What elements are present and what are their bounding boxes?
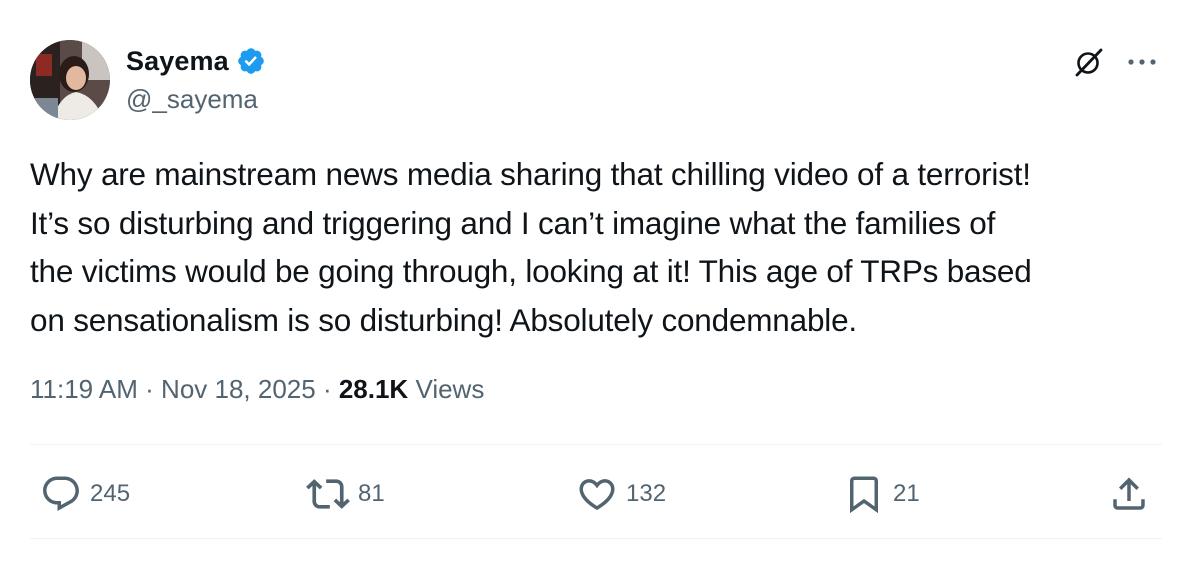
tweet-meta: 11:19 AM · Nov 18, 2025 · 28.1K Views bbox=[30, 374, 484, 405]
reply-count: 245 bbox=[90, 480, 131, 507]
tweet-text: Why are mainstream news media sharing th… bbox=[30, 150, 1170, 344]
meta-separator: · bbox=[315, 374, 339, 404]
tweet-time[interactable]: 11:19 AM bbox=[30, 374, 138, 404]
author-handle[interactable]: @_sayema bbox=[126, 84, 258, 115]
avatar-photo bbox=[30, 40, 110, 120]
share-icon bbox=[1113, 477, 1145, 510]
repost-icon bbox=[306, 479, 350, 509]
author-display-name[interactable]: Sayema bbox=[126, 46, 229, 77]
reply-bubble-icon bbox=[43, 476, 79, 511]
repost-count: 81 bbox=[358, 480, 385, 507]
reply-button[interactable]: 245 bbox=[40, 470, 130, 518]
bookmark-icon bbox=[850, 476, 878, 514]
views-label[interactable]: Views bbox=[408, 374, 484, 404]
author-name-row[interactable]: Sayema bbox=[126, 44, 266, 78]
meta-separator: · bbox=[137, 374, 162, 404]
divider bbox=[30, 444, 1162, 445]
avatar[interactable] bbox=[30, 40, 110, 120]
repost-button[interactable]: 81 bbox=[306, 470, 385, 518]
tweet-card: Sayema @_sayema Why are mainstream news … bbox=[0, 0, 1182, 572]
tweet-text-line: It’s so disturbing and triggering and I … bbox=[30, 204, 996, 241]
tweet-text-line: on sensationalism is so disturbing! Abso… bbox=[30, 301, 857, 338]
bookmark-count: 21 bbox=[893, 480, 920, 507]
like-button[interactable]: 132 bbox=[576, 470, 666, 518]
like-count: 132 bbox=[626, 480, 667, 507]
tweet-text-line: the victims would be going through, look… bbox=[30, 253, 1032, 289]
verified-badge-icon[interactable] bbox=[236, 46, 266, 76]
share-button[interactable] bbox=[1108, 470, 1150, 518]
action-bar: 245 81 132 21 bbox=[0, 470, 1182, 518]
tweet-text-line: Why are mainstream news media sharing th… bbox=[30, 156, 1031, 192]
bookmark-button[interactable]: 21 bbox=[843, 470, 920, 518]
more-dots-icon[interactable] bbox=[1124, 52, 1160, 72]
divider bbox=[30, 538, 1162, 539]
views-count[interactable]: 28.1K bbox=[339, 374, 408, 404]
tweet-date[interactable]: Nov 18, 2025 bbox=[161, 374, 316, 404]
grok-icon[interactable] bbox=[1072, 45, 1106, 79]
heart-icon bbox=[579, 479, 615, 511]
